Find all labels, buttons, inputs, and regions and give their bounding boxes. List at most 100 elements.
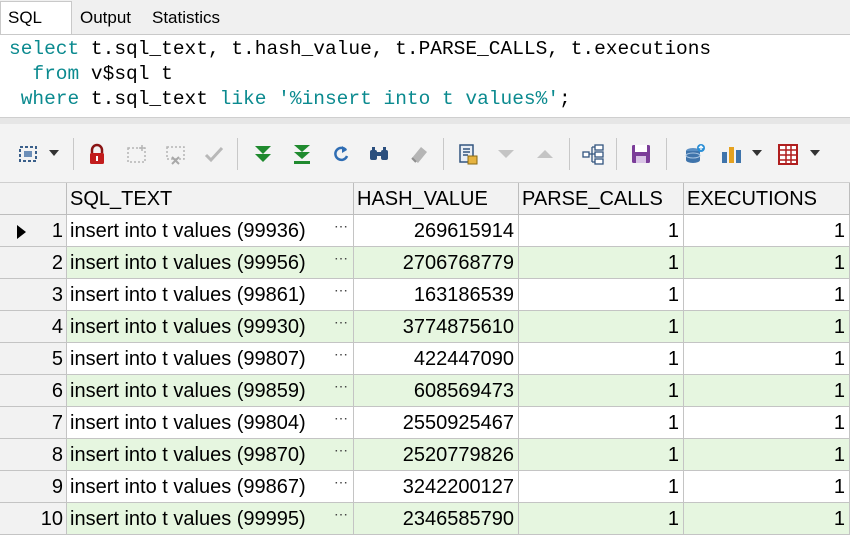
row-number-cell[interactable]: 4	[0, 311, 67, 343]
table-row[interactable]: 10 insert into t values (99995) ⋯ 234658579…	[0, 503, 850, 535]
hash-value-cell[interactable]: 2706768779	[354, 247, 519, 279]
find-icon[interactable]	[366, 141, 392, 167]
ellipsis-button[interactable]: ⋯	[334, 347, 348, 361]
executions-cell[interactable]: 1	[684, 439, 850, 471]
clear-icon[interactable]	[406, 141, 432, 167]
hash-value-cell[interactable]: 2550925467	[354, 407, 519, 439]
ellipsis-button[interactable]: ⋯	[334, 251, 348, 265]
parse-calls-cell[interactable]: 1	[519, 215, 684, 247]
executions-cell[interactable]: 1	[684, 279, 850, 311]
parse-calls-cell[interactable]: 1	[519, 375, 684, 407]
ellipsis-button[interactable]: ⋯	[334, 379, 348, 393]
ellipsis-button[interactable]: ⋯	[334, 219, 348, 233]
row-number-cell[interactable]: 5	[0, 343, 67, 375]
sql-text-cell[interactable]: insert into t values (99936)	[67, 215, 354, 247]
lock-icon[interactable]	[84, 141, 110, 167]
sql-text-cell[interactable]: insert into t values (99867)	[67, 471, 354, 503]
ellipsis-button[interactable]: ⋯	[334, 507, 348, 521]
table-row[interactable]: 7 insert into t values (99804) ⋯ 2550925467…	[0, 407, 850, 439]
row-number-cell[interactable]: 6	[0, 375, 67, 407]
grid-options-icon[interactable]	[775, 141, 801, 167]
single-record-view-icon[interactable]	[580, 141, 606, 167]
header-sql-text[interactable]: SQL_TEXT	[67, 183, 354, 215]
chevron-down-icon[interactable]	[752, 150, 762, 156]
executions-cell[interactable]: 1	[684, 343, 850, 375]
sql-text-cell[interactable]: insert into t values (99807)	[67, 343, 354, 375]
table-row[interactable]: 9 insert into t values (99867) ⋯ 3242200127…	[0, 471, 850, 503]
delete-record-icon[interactable]	[163, 141, 189, 167]
row-number-cell[interactable]: 1	[0, 215, 67, 247]
executions-cell[interactable]: 1	[684, 471, 850, 503]
hash-value-cell[interactable]: 2346585790	[354, 503, 519, 535]
ellipsis-button[interactable]: ⋯	[334, 443, 348, 457]
hash-value-cell[interactable]: 2520779826	[354, 439, 519, 471]
sql-text-cell[interactable]: insert into t values (99804)	[67, 407, 354, 439]
row-number-cell[interactable]: 7	[0, 407, 67, 439]
ellipsis-button[interactable]: ⋯	[334, 283, 348, 297]
header-corner[interactable]	[0, 183, 67, 215]
table-row[interactable]: 6 insert into t values (99859) ⋯ 608569473 1…	[0, 375, 850, 407]
chart-icon[interactable]	[718, 141, 744, 167]
tab-output[interactable]: Output	[73, 2, 143, 33]
parse-calls-cell[interactable]: 1	[519, 439, 684, 471]
next-page-icon[interactable]	[493, 141, 519, 167]
row-number-cell[interactable]: 9	[0, 471, 67, 503]
tab-statistics[interactable]: Statistics	[145, 2, 225, 33]
chevron-down-icon[interactable]	[49, 150, 59, 156]
fetch-last-icon[interactable]	[289, 141, 315, 167]
insert-record-icon[interactable]	[124, 141, 150, 167]
header-hash-value[interactable]: HASH_VALUE	[354, 183, 519, 215]
results-grid[interactable]: SQL_TEXT HASH_VALUE PARSE_CALLS EXECUTIO…	[0, 183, 850, 535]
chevron-down-icon[interactable]	[810, 150, 820, 156]
table-row[interactable]: 8 insert into t values (99870) ⋯ 2520779826…	[0, 439, 850, 471]
export-icon[interactable]	[682, 141, 708, 167]
parse-calls-cell[interactable]: 1	[519, 407, 684, 439]
ellipsis-button[interactable]: ⋯	[334, 475, 348, 489]
save-icon[interactable]	[628, 141, 654, 167]
sql-text-cell[interactable]: insert into t values (99861)	[67, 279, 354, 311]
row-number-cell[interactable]: 8	[0, 439, 67, 471]
row-number-cell[interactable]: 10	[0, 503, 67, 535]
table-row[interactable]: 1 insert into t values (99936) ⋯ 269615914 1…	[0, 215, 850, 247]
sql-text-cell[interactable]: insert into t values (99956)	[67, 247, 354, 279]
executions-cell[interactable]: 1	[684, 375, 850, 407]
hash-value-cell[interactable]: 422447090	[354, 343, 519, 375]
parse-calls-cell[interactable]: 1	[519, 279, 684, 311]
tab-sql[interactable]: SQL	[0, 1, 72, 34]
parse-calls-cell[interactable]: 1	[519, 247, 684, 279]
table-row[interactable]: 5 insert into t values (99807) ⋯ 422447090 1…	[0, 343, 850, 375]
ellipsis-button[interactable]: ⋯	[334, 315, 348, 329]
sql-editor[interactable]: select t.sql_text, t.hash_value, t.PARSE…	[0, 35, 850, 117]
parse-calls-cell[interactable]: 1	[519, 503, 684, 535]
table-row[interactable]: 3 insert into t values (99861) ⋯ 163186539 1…	[0, 279, 850, 311]
ellipsis-button[interactable]: ⋯	[334, 411, 348, 425]
sql-text-cell[interactable]: insert into t values (99930)	[67, 311, 354, 343]
hash-value-cell[interactable]: 163186539	[354, 279, 519, 311]
row-number-cell[interactable]: 2	[0, 247, 67, 279]
post-record-icon[interactable]	[201, 141, 227, 167]
table-row[interactable]: 2 insert into t values (99956) ⋯ 2706768779…	[0, 247, 850, 279]
sql-text-cell[interactable]: insert into t values (99859)	[67, 375, 354, 407]
executions-cell[interactable]: 1	[684, 503, 850, 535]
hash-value-cell[interactable]: 269615914	[354, 215, 519, 247]
header-parse-calls[interactable]: PARSE_CALLS	[519, 183, 684, 215]
hash-value-cell[interactable]: 3242200127	[354, 471, 519, 503]
select-grid-icon[interactable]	[15, 141, 41, 167]
parse-calls-cell[interactable]: 1	[519, 343, 684, 375]
row-number-cell[interactable]: 3	[0, 279, 67, 311]
previous-page-icon[interactable]	[532, 141, 558, 167]
executions-cell[interactable]: 1	[684, 215, 850, 247]
hash-value-cell[interactable]: 3774875610	[354, 311, 519, 343]
header-executions[interactable]: EXECUTIONS	[684, 183, 850, 215]
executions-cell[interactable]: 1	[684, 247, 850, 279]
refresh-icon[interactable]	[328, 141, 354, 167]
query-by-example-icon[interactable]	[455, 141, 481, 167]
parse-calls-cell[interactable]: 1	[519, 311, 684, 343]
executions-cell[interactable]: 1	[684, 311, 850, 343]
table-row[interactable]: 4 insert into t values (99930) ⋯ 3774875610…	[0, 311, 850, 343]
parse-calls-cell[interactable]: 1	[519, 471, 684, 503]
executions-cell[interactable]: 1	[684, 407, 850, 439]
fetch-next-icon[interactable]	[250, 141, 276, 167]
sql-text-cell[interactable]: insert into t values (99995)	[67, 503, 354, 535]
sql-text-cell[interactable]: insert into t values (99870)	[67, 439, 354, 471]
